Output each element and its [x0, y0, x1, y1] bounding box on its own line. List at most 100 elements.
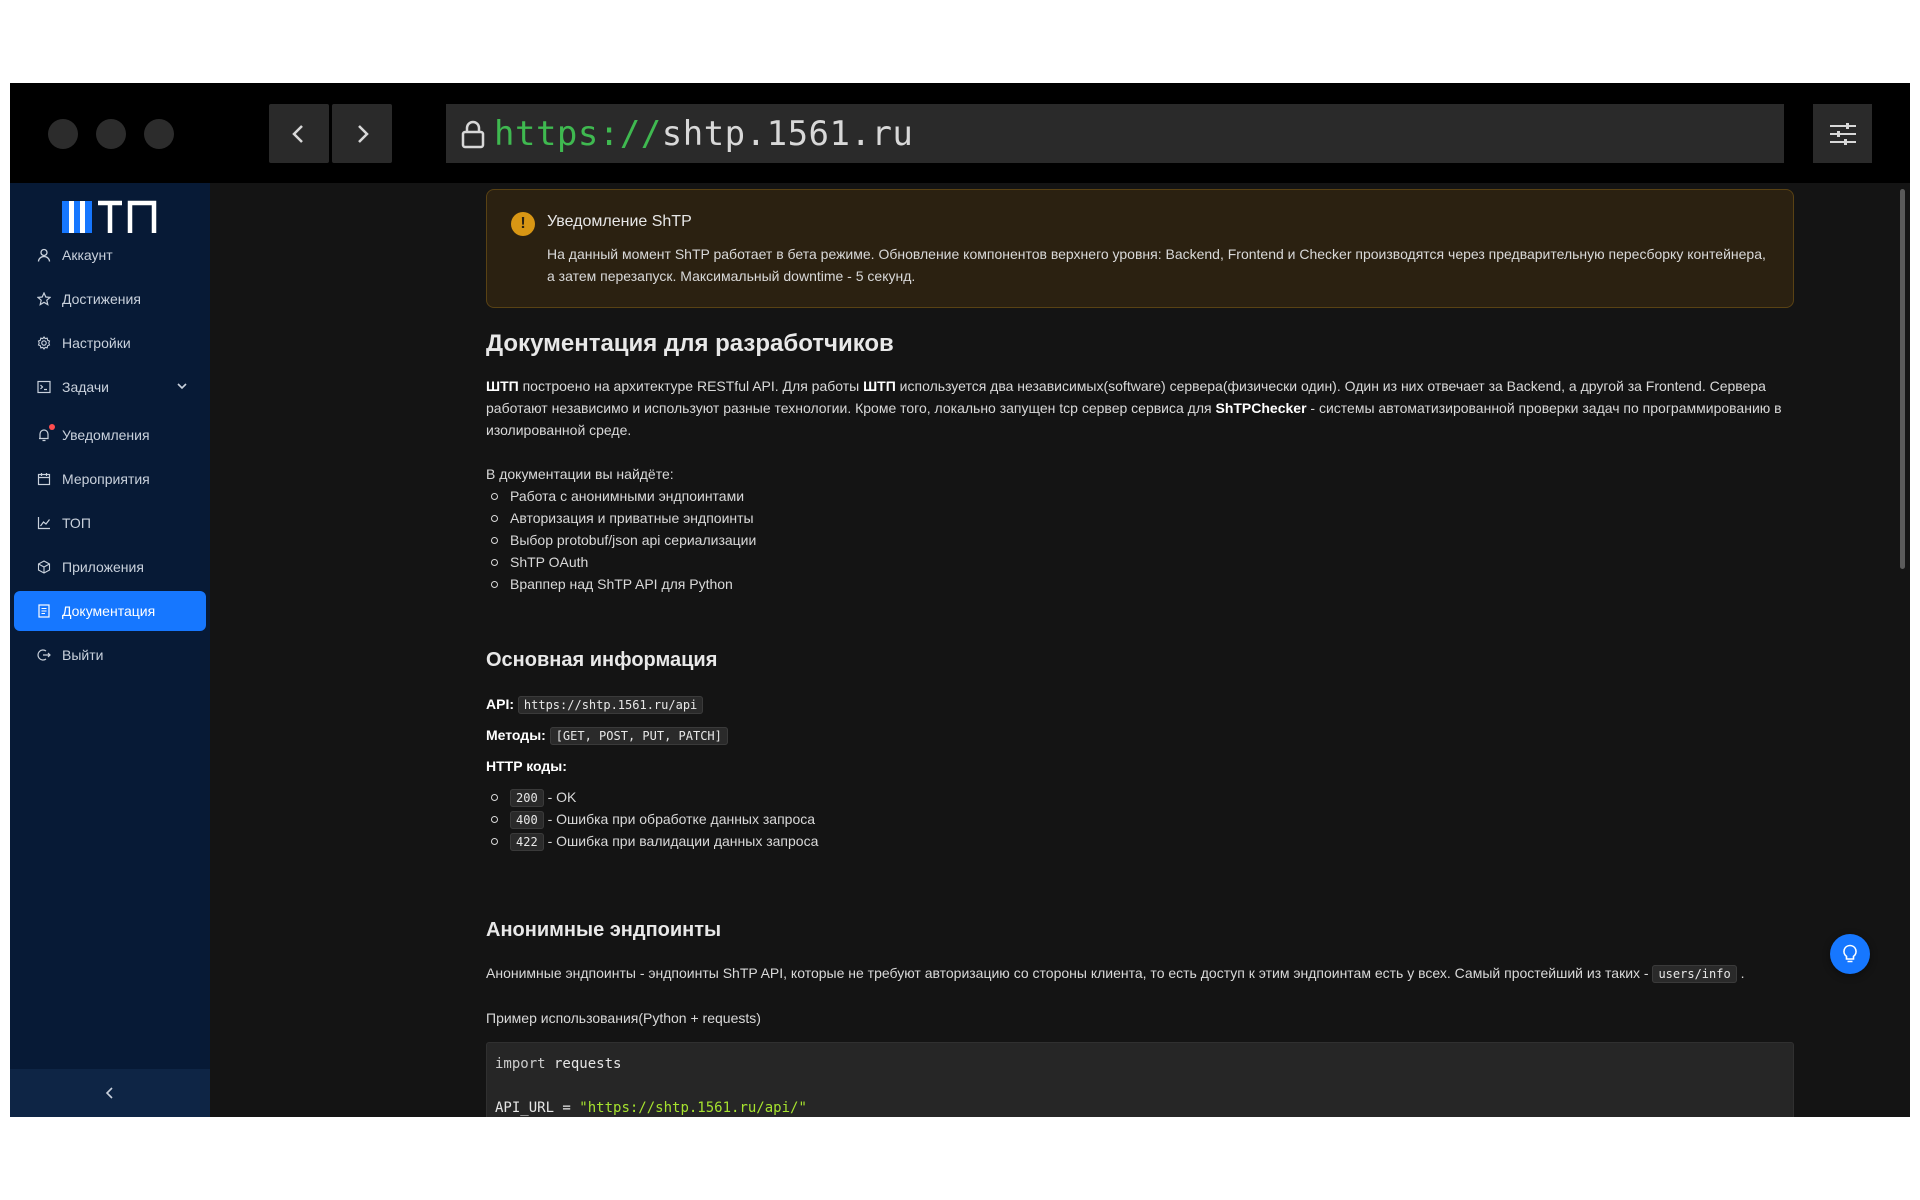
logo[interactable] — [60, 197, 160, 239]
calendar-icon — [36, 471, 52, 487]
sidebar-item-label: Аккаунт — [62, 247, 113, 263]
http-codes-list: 200 - OK 400 - Ошибка при обработке данн… — [486, 786, 1794, 852]
beta-alert: ! Уведомление ShTP На данный момент ShTP… — [486, 189, 1794, 308]
sidebar-item-documentation[interactable]: Документация — [14, 591, 206, 631]
bell-icon — [36, 424, 55, 443]
methods-line: Методы: [GET, POST, PUT, PATCH] — [486, 724, 1794, 747]
sidebar-item-label: Документация — [62, 603, 156, 619]
terminal-icon — [36, 379, 52, 395]
api-url-code: https://shtp.1561.ru/api — [517, 696, 704, 714]
code-line: import requests — [495, 1053, 1785, 1075]
code-keyword: import — [495, 1056, 546, 1072]
sidebar-item-label: Настройки — [62, 335, 131, 351]
address-bar[interactable]: https://shtp.1561.ru — [446, 104, 1784, 163]
browser-settings-button[interactable] — [1813, 104, 1872, 163]
alert-title: Уведомление ShTP — [547, 213, 692, 230]
sidebar-item-label: Мероприятия — [62, 471, 150, 487]
sidebar-item-achievements[interactable]: Достижения — [14, 279, 206, 319]
code-block: import requests API_URL = "https://shtp.… — [486, 1042, 1794, 1117]
sidebar-item-logout[interactable]: Выйти — [14, 635, 206, 675]
status-code-200: 200 — [510, 789, 544, 807]
list-item: 400 - Ошибка при обработке данных запрос… — [486, 808, 1794, 830]
back-button[interactable] — [269, 104, 329, 163]
cube-icon — [36, 559, 52, 575]
http-codes-label: HTTP коды: — [486, 758, 567, 774]
status-code-desc: - Ошибка при обработке данных запроса — [543, 811, 816, 827]
sidebar-item-apps[interactable]: Приложения — [14, 547, 206, 587]
scrollbar-thumb[interactable] — [1900, 189, 1905, 569]
user-icon — [36, 247, 52, 263]
intro-bold-2: ШТП — [863, 378, 896, 394]
code-string: "https://shtp.1561.ru/api/" — [579, 1100, 807, 1116]
list-item: 422 - Ошибка при валидации данных запрос… — [486, 830, 1794, 852]
documentation-page: ! Уведомление ShTP На данный момент ShTP… — [486, 189, 1794, 1117]
url-scheme: https:// — [494, 113, 662, 154]
sidebar-item-notifications[interactable]: Уведомления — [14, 415, 206, 455]
sidebar-item-label: Выйти — [62, 647, 104, 663]
list-item: Авторизация и приватные эндпоинты — [486, 507, 1794, 529]
list-item: Выбор protobuf/json api сериализации — [486, 529, 1794, 551]
methods-label: Методы: — [486, 727, 546, 743]
example-label: Пример использования(Python + requests) — [486, 1010, 761, 1026]
toc-list: Работа с анонимными эндпоинтами Авториза… — [486, 485, 1794, 595]
intro-bold-3: ShTPChecker — [1215, 400, 1307, 416]
url-host: shtp.1561.ru — [661, 113, 914, 154]
sidebar-item-settings[interactable]: Настройки — [14, 323, 206, 363]
content-area: ! Уведомление ShTP На данный момент ShTP… — [210, 183, 1910, 1117]
gear-icon — [36, 335, 52, 351]
document-icon — [36, 603, 52, 619]
sidebar-item-top[interactable]: ТОП — [14, 503, 206, 543]
status-code-desc: - Ошибка при валидации данных запроса — [543, 833, 819, 849]
sidebar-item-label: ТОП — [62, 515, 91, 531]
forward-button[interactable] — [332, 104, 392, 163]
anon-paragraph: Анонимные эндпоинты - эндпоинты ShTP API… — [486, 962, 1794, 985]
sidebar-item-events[interactable]: Мероприятия — [14, 459, 206, 499]
sidebar-collapse-button[interactable] — [10, 1069, 210, 1117]
code-line: API_URL = "https://shtp.1561.ru/api/" — [495, 1097, 1785, 1117]
star-icon — [36, 291, 52, 307]
api-line: API: https://shtp.1561.ru/api — [486, 693, 1794, 716]
hint-button[interactable] — [1830, 934, 1870, 974]
endpoint-code: users/info — [1652, 965, 1737, 983]
list-item: 200 - OK — [486, 786, 1794, 808]
window-minimize-dot[interactable] — [96, 119, 126, 149]
section-title-anonymous: Анонимные эндпоинты — [486, 919, 722, 941]
browser-toolbar: https://shtp.1561.ru — [10, 83, 1910, 183]
sidebar-item-account[interactable]: Аккаунт — [14, 235, 206, 275]
logout-icon — [36, 647, 52, 663]
methods-code: [GET, POST, PUT, PATCH] — [549, 727, 728, 745]
chart-line-icon — [36, 515, 52, 531]
browser-window: https://shtp.1561.ru Аккаунт Достижения … — [10, 83, 1910, 1117]
intro-paragraph: ШТП построено на архитектуре RESTful API… — [486, 375, 1794, 441]
chevron-down-icon[interactable] — [176, 379, 188, 395]
alert-description: На данный момент ShTP работает в бета ре… — [547, 246, 1766, 284]
window-close-dot[interactable] — [48, 119, 78, 149]
lock-icon — [458, 117, 488, 151]
lightbulb-icon — [1843, 944, 1857, 963]
code-text: requests — [545, 1056, 622, 1072]
sliders-icon — [1829, 122, 1856, 145]
sidebar-item-tasks[interactable]: Задачи — [14, 367, 206, 407]
list-item: Враппер над ShTP API для Python — [486, 573, 1794, 595]
url-text: https://shtp.1561.ru — [494, 114, 913, 154]
list-item: Работа с анонимными эндпоинтами — [486, 485, 1794, 507]
toc-heading: В документации вы найдёте: — [486, 466, 674, 482]
window-maximize-dot[interactable] — [144, 119, 174, 149]
anon-text-end: . — [1740, 965, 1745, 981]
sidebar-item-label: Уведомления — [62, 427, 150, 443]
exclamation-icon: ! — [511, 212, 535, 236]
sidebar-item-label: Задачи — [62, 379, 110, 395]
anon-text: Анонимные эндпоинты - эндпоинты ShTP API… — [486, 965, 1653, 981]
intro-bold-1: ШТП — [486, 378, 519, 394]
list-item: ShTP OAuth — [486, 551, 1794, 573]
status-code-422: 422 — [510, 833, 544, 851]
section-title-basic: Основная информация — [486, 649, 718, 671]
api-label: API: — [486, 696, 514, 712]
status-code-desc: - OK — [543, 789, 577, 805]
code-text: API_URL = — [495, 1100, 580, 1116]
sidebar-item-label: Приложения — [62, 559, 144, 575]
sidebar: Аккаунт Достижения Настройки Задачи Увед… — [10, 183, 210, 1117]
intro-text-1: построено на архитектуре RESTful API. Дл… — [518, 378, 864, 394]
chevron-left-icon — [105, 1087, 113, 1099]
